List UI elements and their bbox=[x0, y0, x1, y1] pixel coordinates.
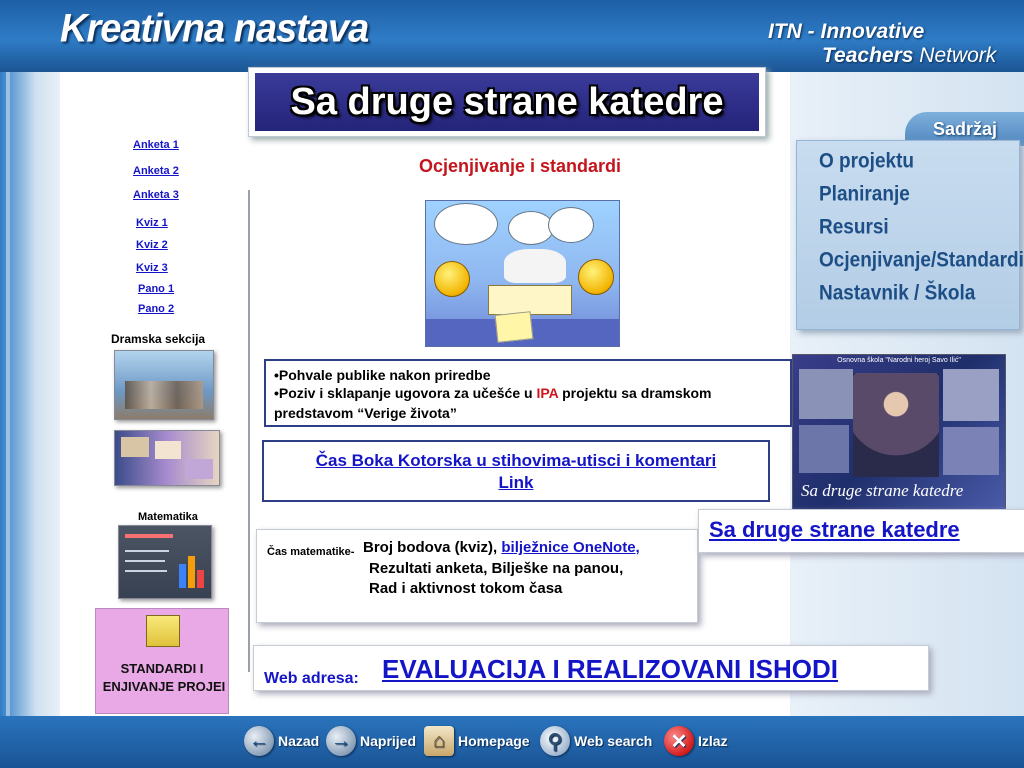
sticky-note bbox=[494, 311, 534, 343]
nav-home-button[interactable]: ⌂ Homepage bbox=[424, 722, 530, 760]
column-divider bbox=[248, 190, 250, 672]
standardi-line1: STANDARDI I bbox=[120, 661, 204, 676]
nav-home-label: Homepage bbox=[458, 733, 530, 749]
slide-text-line bbox=[125, 560, 165, 562]
pohvale-line3: predstavom “Verige života” bbox=[274, 405, 457, 421]
link-anketa-2[interactable]: Anketa 2 bbox=[133, 165, 179, 177]
gift-box-icon bbox=[146, 615, 180, 647]
slide-text-line bbox=[125, 570, 167, 572]
content-menu: O projektu Planiranje Resursi Ocjenjivan… bbox=[796, 140, 1024, 330]
photo-tile bbox=[121, 437, 149, 457]
network-title-line1: ITN - Innovative bbox=[768, 20, 925, 43]
slide-chart-bar bbox=[197, 570, 204, 588]
nav-web-search-label: Web search bbox=[574, 733, 653, 749]
sa-druge-strane-photo: Osnovna škola "Narodni heroj Savo Ilić" … bbox=[792, 354, 1006, 510]
close-icon: ✕ bbox=[664, 726, 694, 756]
photo-collage-tile bbox=[799, 369, 853, 419]
nav-forward-button[interactable]: → Naprijed bbox=[326, 722, 416, 760]
standardi-thumbnail[interactable]: STANDARDI I ENJIVANJE PROJEI bbox=[95, 608, 229, 714]
page-title: Sa druge strane katedre bbox=[290, 80, 724, 123]
speech-bubble bbox=[548, 207, 594, 243]
cartoon-illustration bbox=[425, 200, 620, 347]
matematika-label: Matematika bbox=[138, 511, 198, 523]
photo-tile bbox=[155, 441, 181, 459]
speech-bubble bbox=[508, 211, 554, 245]
sadrzaj-tab-label: Sadržaj bbox=[933, 119, 998, 139]
nav-exit-label: Izlaz bbox=[698, 733, 728, 749]
photo-collage-tile bbox=[943, 427, 999, 475]
matematika-box: Čas matematike- Broj bodova (kviz), bilj… bbox=[256, 529, 698, 623]
photo-tile bbox=[185, 459, 213, 479]
matematika-line1: Broj bodova (kviz), bilježnice OneNote, bbox=[363, 539, 640, 556]
menu-item-planiranje[interactable]: Planiranje bbox=[819, 183, 910, 207]
photo-school-name: Osnovna škola "Narodni heroj Savo Ilić" bbox=[837, 357, 961, 364]
link-anketa-3[interactable]: Anketa 3 bbox=[133, 189, 179, 201]
link-kviz-1[interactable]: Kviz 1 bbox=[136, 217, 168, 229]
speech-bubble bbox=[434, 203, 498, 245]
dramska-label: Dramska sekcija bbox=[111, 332, 206, 346]
house-icon: ⌂ bbox=[424, 726, 454, 756]
link-anketa-1[interactable]: Anketa 1 bbox=[133, 139, 179, 151]
matematika-prefix: Čas matematike- bbox=[267, 546, 355, 558]
dramska-thumbnail-2[interactable] bbox=[114, 430, 220, 486]
matematika-line2: Rezultati anketa, Bilješke na panou, bbox=[369, 560, 624, 577]
header-bar: Kreativna nastava ITN - Innovative Teach… bbox=[0, 0, 1024, 72]
nav-forward-label: Naprijed bbox=[360, 733, 417, 749]
link-pano-2[interactable]: Pano 2 bbox=[138, 303, 174, 315]
smiley-face-icon bbox=[578, 259, 614, 295]
link-kviz-2[interactable]: Kviz 2 bbox=[136, 239, 168, 251]
link-pano-1[interactable]: Pano 1 bbox=[138, 283, 174, 295]
standardi-line2: ENJIVANJE PROJEI bbox=[102, 679, 226, 694]
left-decorative-bar bbox=[0, 72, 60, 717]
teacher-portrait bbox=[853, 373, 939, 477]
matematika-thumbnail[interactable] bbox=[118, 525, 212, 599]
arrow-left-icon: ← bbox=[244, 726, 274, 756]
link-kviz-3[interactable]: Kviz 3 bbox=[136, 262, 168, 274]
arrow-right-icon: → bbox=[326, 726, 356, 756]
onenote-link[interactable]: bilježnice OneNote, bbox=[501, 539, 639, 556]
nav-back-label: Nazad bbox=[278, 733, 320, 749]
matematika-line3: Rad i aktivnost tokom časa bbox=[369, 580, 563, 597]
photo-collage-tile bbox=[799, 425, 849, 473]
menu-item-ocjenjivanje[interactable]: Ocjenjivanje/Standardi bbox=[819, 249, 1024, 273]
pohvale-box: •Pohvale publike nakon priredbe •Poziv i… bbox=[264, 359, 792, 427]
site-title: Kreativna nastava bbox=[60, 6, 369, 52]
slide-heading-line bbox=[125, 534, 173, 538]
slide-chart-bar bbox=[179, 564, 186, 588]
web-address-label: Web adresa: bbox=[264, 670, 359, 687]
sa-druge-strane-box: Sa druge strane katedre bbox=[698, 509, 1024, 553]
smiley-face-icon bbox=[434, 261, 470, 297]
evaluacija-link[interactable]: EVALUACIJA I REALIZOVANI ISHODI bbox=[382, 654, 838, 685]
sa-druge-strane-link[interactable]: Sa druge strane katedre bbox=[709, 517, 960, 543]
pohvale-line1: •Pohvale publike nakon priredbe bbox=[274, 367, 491, 383]
web-address-box: Web adresa: EVALUACIJA I REALIZOVANI ISH… bbox=[253, 645, 929, 691]
cas-boka-box: Čas Boka Kotorska u stihovima-utisci i k… bbox=[262, 440, 770, 502]
menu-item-nastavnik-skola[interactable]: Nastavnik / Škola bbox=[819, 282, 975, 306]
nav-back-button[interactable]: ← Nazad bbox=[244, 722, 319, 760]
title-banner: Sa druge strane katedre bbox=[248, 67, 766, 137]
network-title-line2: Teachers Network bbox=[822, 44, 997, 67]
cas-boka-link[interactable]: Čas Boka Kotorska u stihovima-utisci i k… bbox=[264, 450, 768, 494]
slide-chart-bar bbox=[188, 556, 195, 588]
nav-exit-button[interactable]: ✕ Izlaz bbox=[664, 722, 728, 760]
section-title: Ocjenjivanje i standardi bbox=[418, 156, 622, 176]
menu-item-resursi[interactable]: Resursi bbox=[819, 216, 889, 240]
menu-item-o-projektu[interactable]: O projektu bbox=[819, 150, 914, 174]
photo-collage-tile bbox=[943, 369, 999, 421]
photo-caption: Sa druge strane katedre bbox=[801, 481, 964, 500]
nav-web-search-button[interactable]: ⚲ Web search bbox=[540, 722, 652, 760]
title-banner-inner: Sa druge strane katedre bbox=[255, 73, 759, 131]
group-photo-image bbox=[125, 381, 203, 409]
slide-text-line bbox=[125, 550, 169, 552]
pohvale-line2: •Poziv i sklapanje ugovora za učešće u I… bbox=[274, 385, 712, 401]
cartoon-characters bbox=[504, 249, 566, 283]
magnifier-icon: ⚲ bbox=[540, 726, 570, 756]
dramska-thumbnail-1[interactable] bbox=[114, 350, 214, 420]
